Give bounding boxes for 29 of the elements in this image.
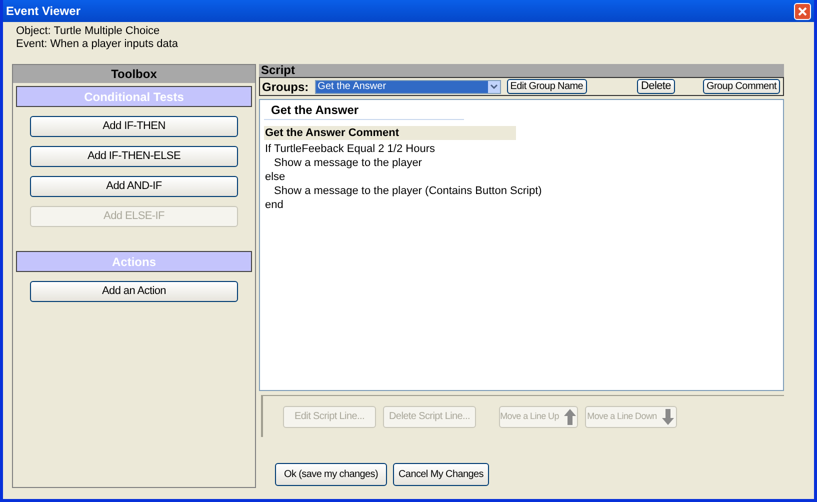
- button[interactable]: Add IF-THEN-ELSE: [30, 146, 238, 167]
- button[interactable]: Ok (save my changes): [275, 463, 387, 486]
- object-label: Object: Turtle Multiple Choice: [15, 25, 161, 38]
- button[interactable]: Delete: [637, 79, 675, 94]
- script-title: Script: [259, 64, 784, 77]
- button[interactable]: Cancel My Changes: [393, 463, 489, 486]
- window-title: Event Viewer: [6, 3, 80, 20]
- script-heading: Get the Answer: [264, 100, 464, 120]
- button[interactable]: Edit Group Name: [506, 79, 587, 94]
- section-header: Conditional Tests: [16, 86, 252, 107]
- script-line: Show a message to the player: [273, 156, 423, 170]
- script-line: else: [264, 170, 286, 184]
- toolbox-title: Toolbox: [13, 65, 255, 83]
- script-line: Show a message to the player (Contains Button Script): [273, 184, 543, 198]
- script-line: If TurtleFeeback Equal 2 1/2 Hours: [264, 142, 436, 156]
- button[interactable]: Add IF-THEN: [30, 116, 238, 137]
- section-header: Actions: [16, 251, 252, 272]
- up-arrow-icon: [562, 408, 577, 426]
- dropdown-icon: [488, 80, 500, 92]
- script-line: end: [264, 198, 284, 212]
- close-button[interactable]: [794, 2, 811, 20]
- close-icon: [798, 6, 807, 16]
- button[interactable]: Add an Action: [30, 281, 238, 302]
- button[interactable]: Group Comment: [703, 79, 780, 94]
- down-arrow-icon: [660, 408, 675, 426]
- event-label: Event: When a player inputs data: [15, 38, 180, 51]
- button[interactable]: Add AND-IF: [30, 176, 238, 197]
- groups-dropdown[interactable]: Get the Answer: [314, 80, 501, 94]
- groups-label: Groups:: [262, 78, 309, 96]
